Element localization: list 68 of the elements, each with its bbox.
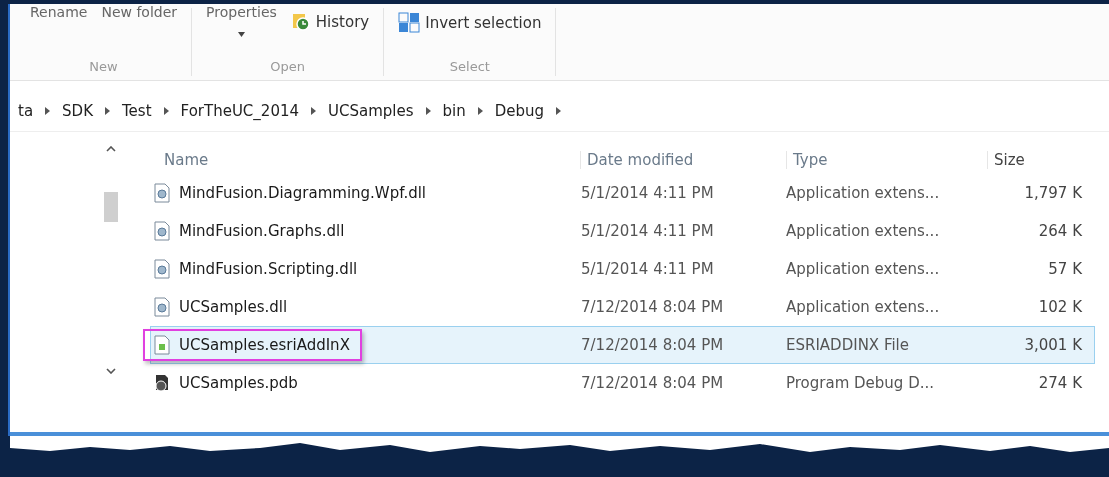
history-icon bbox=[290, 12, 311, 32]
type-cell-text: Application extens... bbox=[786, 222, 941, 240]
file-row[interactable]: UCSamples.pdb 7/12/2014 8:04 PM Program Debug D... 274 K bbox=[150, 364, 1095, 402]
column-header[interactable]: Date modified bbox=[580, 151, 786, 169]
rename-button[interactable]: Rename bbox=[30, 4, 88, 20]
file-row[interactable]: MindFusion.Diagramming.Wpf.dll 5/1/2014 4:11 PM Application extens... 1,797 K bbox=[150, 174, 1095, 212]
file-icon bbox=[153, 335, 171, 355]
file-name: MindFusion.Diagramming.Wpf.dll bbox=[179, 184, 427, 202]
file-name: MindFusion.Scripting.dll bbox=[179, 260, 358, 278]
file-name: MindFusion.Graphs.dll bbox=[179, 222, 345, 240]
invert-selection-button[interactable]: Invert selection bbox=[398, 12, 542, 34]
date-cell-text: 5/1/2014 4:11 PM bbox=[581, 222, 715, 240]
chevron-icon[interactable] bbox=[425, 107, 431, 115]
address-bar[interactable]: ta SDK Test ForTheUC_2014 UCSamples bin Debug bbox=[10, 91, 1109, 132]
file-row[interactable]: UCSamples.dll 7/12/2014 8:04 PM Application extens... 102 K bbox=[150, 288, 1095, 326]
chevron-icon[interactable] bbox=[45, 107, 51, 115]
dll-file-icon bbox=[153, 259, 171, 279]
chevron-icon[interactable] bbox=[311, 107, 316, 115]
file-name: UCSamples.esriAddInX bbox=[179, 336, 350, 354]
size-cell-text: 1,797 K bbox=[1023, 184, 1082, 202]
size-cell-text: 102 K bbox=[1037, 298, 1082, 316]
date-cell-text: 5/1/2014 4:11 PM bbox=[581, 260, 715, 278]
type-cell-text: Application extens... bbox=[786, 298, 941, 316]
date-cell-text: 7/12/2014 8:04 PM bbox=[581, 336, 725, 354]
dll-file-icon bbox=[153, 221, 171, 241]
size-cell-text: 3,001 K bbox=[1023, 336, 1082, 354]
scroll-down-icon[interactable] bbox=[106, 368, 116, 374]
group-label: Select bbox=[449, 59, 490, 74]
date-cell-text: 5/1/2014 4:11 PM bbox=[581, 184, 715, 202]
file-name: UCSamples.dll bbox=[179, 298, 288, 316]
breadcrumb-item[interactable]: Test bbox=[122, 102, 152, 120]
breadcrumb-item[interactable]: Debug bbox=[494, 102, 545, 120]
chevron-icon[interactable] bbox=[163, 107, 169, 115]
file-row[interactable]: MindFusion.Scripting.dll 5/1/2014 4:11 PM Application extens... 57 K bbox=[150, 250, 1095, 288]
history-button[interactable]: History bbox=[290, 12, 370, 32]
dll-file-icon bbox=[153, 183, 171, 203]
column-header[interactable]: Size bbox=[987, 151, 1084, 169]
type-cell-text: Program Debug D... bbox=[786, 374, 935, 392]
chevron-icon[interactable] bbox=[477, 107, 483, 115]
group-label: New bbox=[89, 59, 118, 74]
chevron-icon[interactable] bbox=[556, 107, 562, 115]
dropdown-caret-icon[interactable] bbox=[237, 32, 245, 37]
invert-selection-icon bbox=[398, 12, 421, 34]
column-header[interactable]: Name bbox=[150, 151, 580, 169]
breadcrumb-item[interactable]: SDK bbox=[62, 102, 93, 120]
breadcrumb-item[interactable]: UCSamples bbox=[328, 102, 414, 120]
new-folder-button[interactable]: New folder bbox=[101, 4, 178, 20]
size-cell-text: 274 K bbox=[1037, 374, 1082, 392]
properties-button[interactable]: Properties bbox=[206, 4, 277, 20]
size-cell-text: 57 K bbox=[1047, 260, 1082, 278]
file-row[interactable]: MindFusion.Graphs.dll 5/1/2014 4:11 PM Application extens... 264 K bbox=[150, 212, 1095, 250]
dll-file-icon bbox=[153, 297, 171, 317]
date-cell-text: 7/12/2014 8:04 PM bbox=[581, 374, 725, 392]
breadcrumb-item[interactable]: ta bbox=[18, 102, 34, 120]
type-cell-text: Application extens... bbox=[786, 184, 941, 202]
chevron-icon[interactable] bbox=[105, 107, 110, 115]
size-cell-text: 264 K bbox=[1037, 222, 1082, 240]
column-header[interactable]: Type bbox=[786, 151, 987, 169]
date-cell-text: 7/12/2014 8:04 PM bbox=[581, 298, 725, 316]
type-cell-text: Application extens... bbox=[786, 260, 941, 278]
group-label: Open bbox=[270, 59, 305, 74]
file-name: UCSamples.pdb bbox=[179, 374, 298, 392]
type-cell-text: ESRIADDINX File bbox=[786, 336, 910, 354]
debug-file-icon bbox=[153, 373, 171, 393]
breadcrumb-item[interactable]: ForTheUC_2014 bbox=[180, 102, 299, 120]
breadcrumb-item[interactable]: bin bbox=[442, 102, 466, 120]
scroll-up-icon[interactable] bbox=[106, 146, 116, 152]
scrollbar-thumb[interactable] bbox=[104, 192, 118, 222]
